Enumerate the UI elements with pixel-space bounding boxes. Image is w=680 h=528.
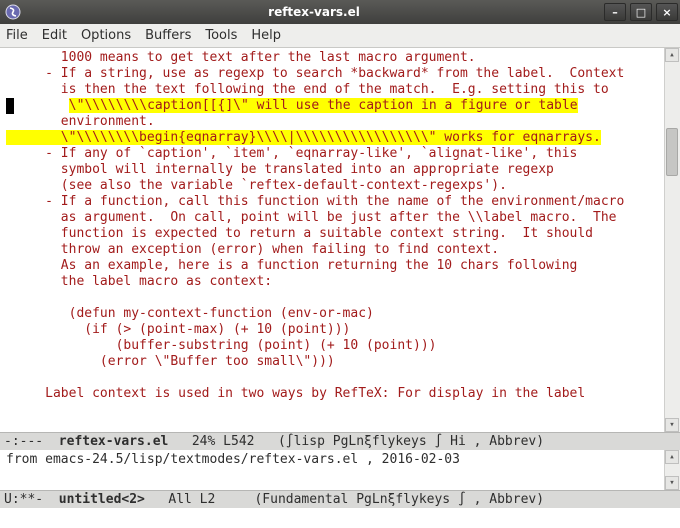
code-line: environment. bbox=[6, 114, 155, 129]
code-line: (see also the variable `reftex-default-c… bbox=[6, 178, 507, 193]
code-line: 1000 means to get text after the last ma… bbox=[6, 50, 476, 65]
maximize-button[interactable]: □ bbox=[630, 3, 652, 21]
code-line: (error \"Buffer too small\"))) bbox=[6, 354, 335, 369]
code-line: Label context is used in two ways by Ref… bbox=[6, 386, 585, 401]
code-line: (defun my-context-function (env-or-mac) bbox=[6, 306, 374, 321]
modeline-info: 24% L542 (∫lisp PgLnξflykeys ∫ Hi , Abbr… bbox=[176, 434, 544, 449]
menu-edit[interactable]: Edit bbox=[42, 28, 67, 43]
window-controls: – □ × bbox=[602, 3, 680, 21]
code-line: (if (> (point-max) (+ 10 (point))) bbox=[6, 322, 350, 337]
code-line: (buffer-substring (point) (+ 10 (point))… bbox=[6, 338, 436, 353]
close-button[interactable]: × bbox=[656, 3, 678, 21]
minibuffer-text: from emacs-24.5/lisp/textmodes/reftex-va… bbox=[6, 452, 460, 467]
code-line: As an example, here is a function return… bbox=[6, 258, 577, 273]
emacs-app-icon bbox=[4, 3, 22, 21]
modeline-buffer-name: reftex-vars.el bbox=[51, 434, 176, 449]
modeline-prefix: U:**- bbox=[4, 492, 51, 507]
window-titlebar: reftex-vars.el – □ × bbox=[0, 0, 680, 24]
highlighted-text: \"\\\\\\\\begin{eqnarray}\\\\|\\\\\\\\\\… bbox=[6, 130, 601, 145]
minimize-button[interactable]: – bbox=[604, 3, 626, 21]
editor-pane[interactable]: 1000 means to get text after the last ma… bbox=[0, 48, 680, 432]
close-icon: × bbox=[662, 6, 671, 19]
code-line: symbol will internally be translated int… bbox=[6, 162, 554, 177]
secondary-scrollbar[interactable]: ▾ bbox=[664, 470, 680, 490]
scroll-down-button[interactable]: ▾ bbox=[665, 476, 679, 490]
window-title: reftex-vars.el bbox=[26, 5, 602, 19]
modeline-secondary: U:**- untitled<2> All L2 (Fundamental Pg… bbox=[0, 490, 680, 508]
code-line: throw an exception (error) when failing … bbox=[6, 242, 499, 257]
menu-buffers[interactable]: Buffers bbox=[145, 28, 191, 43]
modeline-info: All L2 (Fundamental PgLnξflykeys ∫ , Abb… bbox=[153, 492, 544, 507]
highlighted-text: \"\\\\\\\\caption[[{]\" will use the cap… bbox=[69, 98, 578, 113]
code-line: the label macro as context: bbox=[6, 274, 272, 289]
menu-bar: File Edit Options Buffers Tools Help bbox=[0, 24, 680, 48]
scroll-up-button[interactable]: ▴ bbox=[665, 48, 679, 62]
code-line: is then the text following the end of th… bbox=[6, 82, 609, 97]
modeline-prefix: -:--- bbox=[4, 434, 51, 449]
code-line bbox=[14, 98, 69, 113]
menu-file[interactable]: File bbox=[6, 28, 28, 43]
buffer-text[interactable]: 1000 means to get text after the last ma… bbox=[0, 48, 664, 432]
code-line: - If a function, call this function with… bbox=[6, 194, 624, 209]
scroll-down-button[interactable]: ▾ bbox=[665, 418, 679, 432]
menu-tools[interactable]: Tools bbox=[205, 28, 237, 43]
menu-options[interactable]: Options bbox=[81, 28, 131, 43]
vertical-scrollbar[interactable]: ▴ ▾ bbox=[664, 48, 680, 432]
code-line: function is expected to return a suitabl… bbox=[6, 226, 593, 241]
code-line: - If a string, use as regexp to search *… bbox=[6, 66, 624, 81]
modeline-main: -:--- reftex-vars.el 24% L542 (∫lisp PgL… bbox=[0, 432, 680, 450]
modeline-buffer-name: untitled<2> bbox=[51, 492, 153, 507]
scroll-up-button[interactable]: ▴ bbox=[665, 450, 679, 464]
minimize-icon: – bbox=[612, 6, 618, 19]
minibuffer-scrollbar[interactable]: ▴ bbox=[664, 450, 680, 470]
code-line: as argument. On call, point will be just… bbox=[6, 210, 616, 225]
echo-area[interactable] bbox=[0, 508, 680, 528]
scroll-thumb[interactable] bbox=[666, 128, 678, 176]
text-cursor bbox=[6, 98, 14, 114]
secondary-buffer: ▾ bbox=[0, 470, 680, 490]
menu-help[interactable]: Help bbox=[251, 28, 281, 43]
code-line: - If any of `caption', `item', `eqnarray… bbox=[6, 146, 577, 161]
maximize-icon: □ bbox=[636, 6, 646, 19]
minibuffer[interactable]: from emacs-24.5/lisp/textmodes/reftex-va… bbox=[0, 450, 680, 470]
